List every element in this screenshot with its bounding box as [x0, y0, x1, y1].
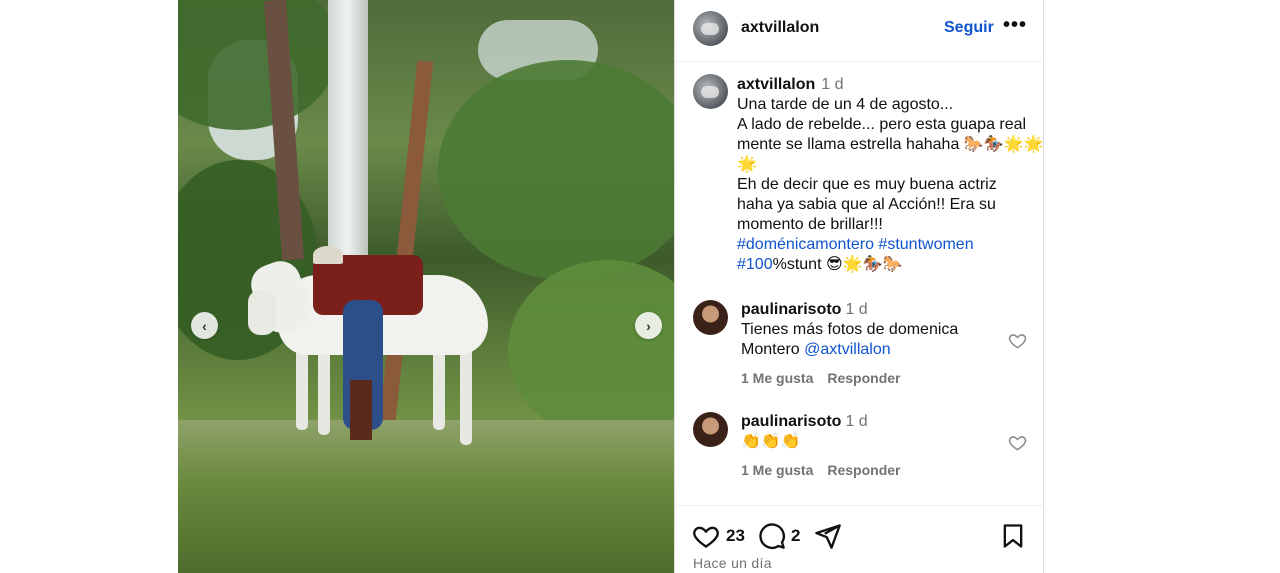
next-media-button[interactable]: ›: [635, 312, 662, 339]
rider-hat: [313, 246, 343, 264]
comment-actions: 1 Me gusta Responder: [741, 462, 914, 478]
caption-author-avatar[interactable]: [693, 74, 728, 109]
reply-button[interactable]: Responder: [827, 370, 900, 386]
media-ground: [178, 420, 674, 573]
media-foliage: [178, 0, 338, 130]
media-foliage: [438, 60, 674, 280]
likes-count[interactable]: 23: [726, 526, 745, 546]
comment-text: paulinarisoto 1 d Tienes más fotos de dom…: [741, 300, 991, 360]
author-username[interactable]: axtvillalon: [741, 19, 819, 37]
post-side-panel: axtvillalon Seguir ••• axtvillalon 1 d Un…: [674, 0, 1044, 573]
chevron-right-icon: ›: [646, 317, 651, 334]
post-media[interactable]: [178, 0, 674, 573]
caption-text: axtvillalon 1 d Una tarde de un 4 de agos…: [737, 75, 1044, 275]
like-comment-heart-icon[interactable]: [1008, 433, 1027, 452]
caption-time: 1 d: [821, 76, 844, 93]
post-header: axtvillalon Seguir •••: [675, 0, 1044, 62]
horse-leg: [460, 340, 472, 445]
caption-author-username[interactable]: axtvillalon: [737, 76, 815, 93]
chevron-left-icon: ‹: [202, 317, 207, 334]
comment-body: 👏👏👏: [741, 433, 801, 450]
comment-time: 1 d: [845, 413, 868, 430]
comment-actions: 1 Me gusta Responder: [741, 370, 914, 386]
caption-line: A lado de rebelde... pero esta guapa rea…: [737, 116, 1027, 133]
like-comment-heart-icon[interactable]: [1008, 331, 1027, 350]
caption-line: Una tarde de un 4 de agosto...: [737, 96, 954, 113]
like-heart-icon[interactable]: [692, 522, 720, 550]
reply-button[interactable]: Responder: [827, 462, 900, 478]
caption-tail-text: %stunt 😎🌟🏇🐎: [772, 256, 903, 273]
caption-header: axtvillalon 1 d: [737, 75, 1032, 95]
hashtag-link[interactable]: #stuntwomen: [878, 236, 973, 253]
hashtag-link[interactable]: #doménicamontero: [737, 236, 874, 253]
horse-leg: [318, 345, 330, 435]
comment-likes-count[interactable]: 1 Me gusta: [741, 370, 813, 386]
horse-head: [248, 290, 276, 335]
commenter-avatar[interactable]: [693, 412, 728, 447]
media-tree-trunk: [378, 60, 434, 430]
previous-media-button[interactable]: ‹: [191, 312, 218, 339]
hashtag-link[interactable]: #100: [737, 256, 773, 273]
comment-text: paulinarisoto 1 d 👏👏👏: [741, 412, 991, 452]
comments-count[interactable]: 2: [791, 526, 800, 546]
post-actions-bar: 23 2 Hace un día: [675, 505, 1044, 573]
author-avatar[interactable]: [693, 11, 728, 46]
rider-boot: [350, 380, 372, 440]
comment-bubble-icon[interactable]: [758, 522, 786, 550]
commenter-username[interactable]: paulinarisoto: [741, 301, 841, 318]
commenter-username[interactable]: paulinarisoto: [741, 413, 841, 430]
save-bookmark-icon[interactable]: [999, 522, 1027, 550]
post-time-ago: Hace un día: [693, 555, 772, 571]
caption-tail: #100%stunt 😎🌟🏇🐎: [737, 255, 1032, 275]
comment-time: 1 d: [845, 301, 868, 318]
caption-hashtags: #doménicamontero #stuntwomen: [737, 235, 1032, 255]
caption-line: haha ya sabia que al Acción!! Era su: [737, 196, 996, 213]
caption-line: 🌟: [737, 156, 757, 173]
commenter-avatar[interactable]: [693, 300, 728, 335]
mention-link[interactable]: @axtvillalon: [804, 341, 891, 358]
share-send-icon[interactable]: [814, 522, 842, 550]
caption-line: momento de brillar!!!: [737, 216, 883, 233]
caption-line: Eh de decir que es muy buena actriz: [737, 176, 997, 193]
caption-line: mente se llama estrella hahaha 🐎🏇🌟🌟: [737, 136, 1044, 153]
follow-button[interactable]: Seguir: [944, 19, 994, 37]
comment-likes-count[interactable]: 1 Me gusta: [741, 462, 813, 478]
more-options-icon[interactable]: •••: [1003, 14, 1027, 37]
media-foliage: [508, 260, 674, 440]
